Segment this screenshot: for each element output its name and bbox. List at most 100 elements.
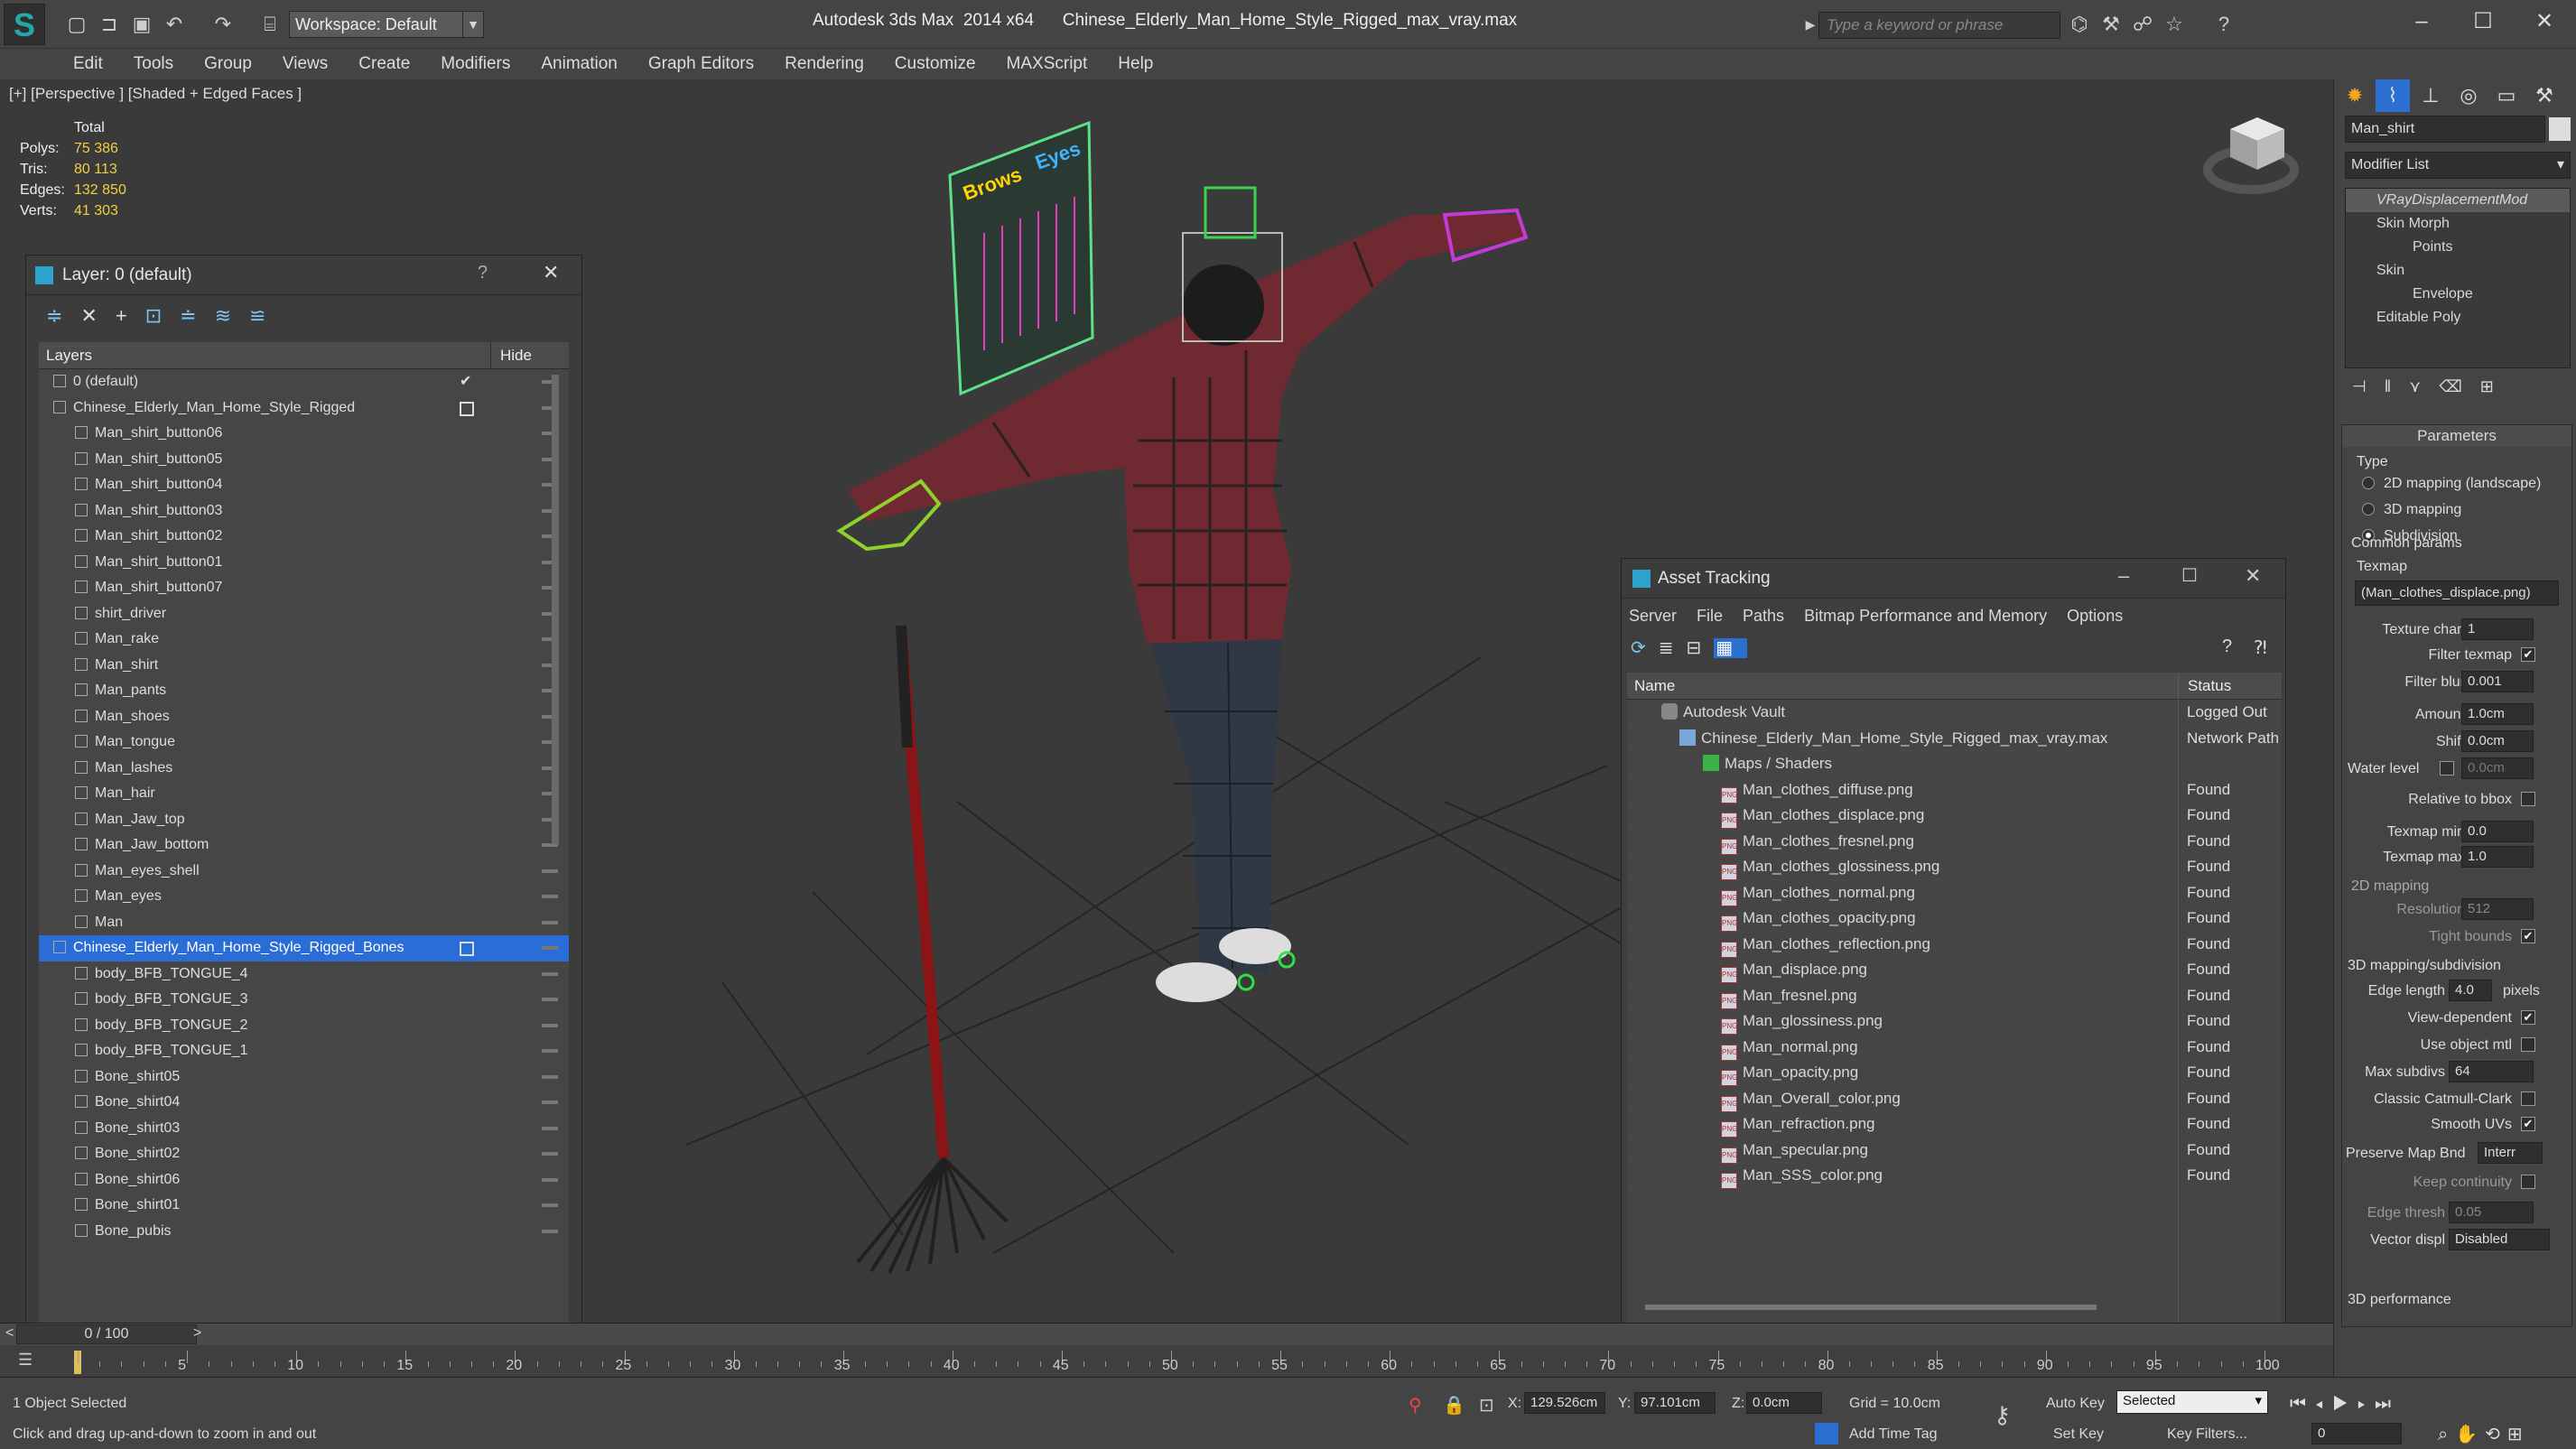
help-icon[interactable]: ? [2212, 13, 2236, 36]
utilities-tab-icon[interactable]: ⚒ [2527, 79, 2562, 112]
time-slider-next[interactable]: > [193, 1325, 201, 1342]
orbit-icon[interactable]: ⟲ [2485, 1425, 2507, 1444]
asset-row[interactable]: PNG Man_SSS_color.png Found [1627, 1163, 2282, 1189]
layer-row[interactable]: Man_shirt_button01 [39, 550, 569, 576]
layer-row[interactable]: Man_Jaw_bottom [39, 832, 569, 859]
hide-toggle[interactable] [542, 1074, 558, 1079]
modifier-stack-item[interactable]: VRayDisplacementMod [2346, 189, 2570, 212]
app-logo-icon[interactable]: S [4, 4, 45, 45]
layer-row[interactable]: Man_shirt_button04 [39, 472, 569, 498]
asset-row[interactable]: PNG Man_clothes_displace.png Found [1627, 803, 2282, 829]
water-level-checkbox[interactable] [2440, 761, 2454, 776]
layer-v-scrollbar[interactable] [552, 375, 559, 844]
display-tab-icon[interactable]: ▭ [2489, 79, 2524, 112]
hide-toggle[interactable] [542, 920, 558, 924]
amount-spinner[interactable]: 1.0cm [2461, 703, 2534, 725]
maximize-viewport-icon[interactable]: ⊞ [2507, 1425, 2530, 1444]
hide-toggle[interactable] [542, 868, 558, 873]
modifier-list-dropdown[interactable]: Modifier List ▾ [2345, 152, 2571, 179]
z-coordinate-field[interactable]: 0.0cm [1746, 1392, 1822, 1414]
asset-menu-bitmap-performance-and-memory[interactable]: Bitmap Performance and Memory [1804, 607, 2047, 625]
layer-row[interactable]: body_BFB_TONGUE_4 [39, 961, 569, 988]
character-model[interactable] [836, 186, 1529, 1002]
layer-row[interactable]: Bone_shirt02 [39, 1141, 569, 1167]
hide-toggle[interactable] [542, 895, 558, 898]
texmap-button[interactable]: (Man_clothes_displace.png) [2355, 581, 2559, 606]
asset-help-context-icon[interactable]: ⁈ [2254, 636, 2267, 659]
save-file-icon[interactable]: ▣ [130, 13, 153, 36]
set-key-mode-icon[interactable]: ⚷ [1994, 1401, 2011, 1429]
absolute-mode-icon[interactable]: ⊡ [1479, 1394, 1494, 1416]
undo-icon[interactable]: ↶ [163, 13, 186, 36]
layer-row[interactable]: 0 (default) ✔ [39, 369, 569, 395]
asset-tree[interactable]: Name Status Autodesk Vault Logged Out Chin… [1627, 673, 2282, 1323]
x-coordinate-field[interactable]: 129.526cm [1524, 1392, 1605, 1414]
asset-row[interactable]: PNG Man_clothes_opacity.png Found [1627, 906, 2282, 932]
menu-rendering[interactable]: Rendering [785, 49, 864, 74]
layer-row[interactable]: Chinese_Elderly_Man_Home_Style_Rigged [39, 395, 569, 422]
isolate-icon[interactable]: ⚲ [1409, 1394, 1422, 1416]
modify-tab-icon[interactable]: ⌇ [2376, 79, 2410, 112]
menu-modifiers[interactable]: Modifiers [441, 49, 510, 74]
asset-menu-server[interactable]: Server [1629, 607, 1677, 625]
rake-object[interactable] [856, 625, 1009, 1274]
grid-view-icon[interactable]: ▦ [1714, 638, 1748, 658]
layer-row[interactable]: Man_hair [39, 781, 569, 807]
asset-row[interactable]: PNG Man_clothes_fresnel.png Found [1627, 829, 2282, 855]
filter-blur-spinner[interactable]: 0.001 [2461, 671, 2534, 692]
hide-toggle[interactable] [542, 1177, 558, 1182]
workspace-dropdown[interactable]: Workspace: Default [289, 11, 470, 38]
pan-icon[interactable]: ✋ [2455, 1425, 2485, 1444]
help-button[interactable]: ? [478, 263, 488, 283]
viewcube[interactable] [2203, 117, 2299, 194]
pin-stack-icon[interactable]: ⊣ [2352, 377, 2385, 395]
layer-row[interactable]: Man_eyes_shell [39, 859, 569, 885]
layer-row[interactable]: Man [39, 910, 569, 936]
asset-row[interactable]: PNG Man_refraction.png Found [1627, 1111, 2282, 1138]
open-file-icon[interactable]: ⊐ [98, 13, 121, 36]
modifier-stack[interactable]: VRayDisplacementMod Skin Morph Points Skin E… [2345, 188, 2571, 368]
highlight-box-icon[interactable] [460, 942, 474, 956]
go-to-end-icon[interactable]: ⏭ [2375, 1394, 2400, 1414]
hide-toggle[interactable] [542, 1203, 558, 1207]
layer-row[interactable]: Bone_pubis [39, 1219, 569, 1245]
menu-edit[interactable]: Edit [73, 49, 103, 74]
column-layers[interactable]: Layers [39, 347, 92, 364]
select-objects-icon[interactable]: ⊡ [145, 304, 180, 327]
hide-toggle[interactable] [542, 1152, 558, 1156]
type-option[interactable]: 3D mapping [2362, 502, 2461, 518]
asset-maximize-button[interactable]: ☐ [2181, 564, 2198, 587]
layer-row[interactable]: Man_rake [39, 627, 569, 653]
new-file-icon[interactable]: ▢ [65, 13, 88, 36]
layer-row[interactable]: Bone_shirt05 [39, 1064, 569, 1091]
layer-row[interactable]: Man_shirt_button05 [39, 447, 569, 473]
menu-animation[interactable]: Animation [541, 49, 618, 74]
asset-minimize-button[interactable]: – [2118, 564, 2129, 588]
column-status[interactable]: Status [2178, 673, 2231, 700]
layer-row[interactable]: Man_shirt_button02 [39, 524, 569, 550]
layer-row[interactable]: Man_shirt_button03 [39, 498, 569, 525]
tight-bounds-checkbox[interactable]: ✔ [2521, 929, 2535, 943]
asset-row[interactable]: PNG Man_fresnel.png Found [1627, 983, 2282, 1009]
maximize-button[interactable]: ☐ [2463, 5, 2503, 38]
asset-row[interactable]: PNG Man_displace.png Found [1627, 957, 2282, 983]
hide-toggle[interactable] [542, 946, 558, 950]
layer-row[interactable]: Man_pants [39, 678, 569, 704]
hide-toggle[interactable] [542, 971, 558, 976]
object-name-field[interactable]: Man_shirt [2345, 116, 2545, 143]
filter-texmap-checkbox[interactable]: ✔ [2521, 647, 2535, 662]
asset-row[interactable]: PNG Man_clothes_normal.png Found [1627, 880, 2282, 906]
hide-toggle[interactable] [542, 1023, 558, 1027]
motion-tab-icon[interactable]: ◎ [2451, 79, 2486, 112]
highlight-box-icon[interactable] [460, 401, 474, 416]
parameters-title[interactable]: Parameters [2342, 425, 2571, 447]
layer-row[interactable]: Man_shirt [39, 653, 569, 679]
view-dependent-checkbox[interactable]: ✔ [2521, 1010, 2535, 1025]
menu-help[interactable]: Help [1118, 49, 1153, 74]
detail-view-icon[interactable]: ⊟ [1687, 638, 1715, 658]
facial-control-board[interactable]: Brows Eyes [948, 120, 1094, 396]
asset-menu-file[interactable]: File [1697, 607, 1723, 625]
menu-customize[interactable]: Customize [895, 49, 976, 74]
current-frame-field[interactable]: 0 [2311, 1423, 2402, 1444]
project-folder-icon[interactable]: ⌸ [258, 13, 282, 36]
